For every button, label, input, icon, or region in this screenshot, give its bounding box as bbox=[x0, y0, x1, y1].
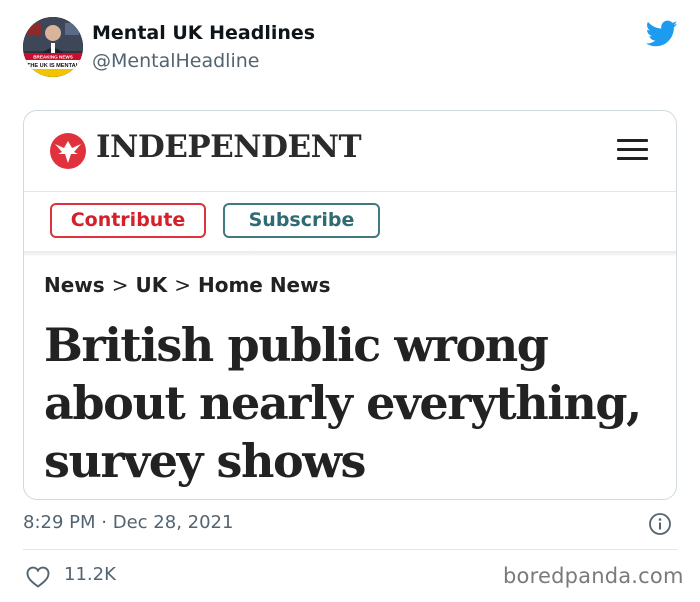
headline-line: British public wrong bbox=[44, 318, 549, 372]
masthead-divider bbox=[24, 191, 676, 192]
avatar[interactable]: BREAKING NEWS THE UK IS MENTAL bbox=[23, 17, 83, 77]
breadcrumb: News > UK > Home News bbox=[44, 273, 331, 297]
breadcrumb-separator: > bbox=[174, 273, 191, 297]
masthead: INDEPENDENT bbox=[24, 111, 676, 191]
tweet-date: Dec 28, 2021 bbox=[112, 512, 234, 533]
subscribe-button[interactable]: Subscribe bbox=[223, 203, 380, 238]
heart-icon[interactable] bbox=[26, 566, 50, 588]
breadcrumb-news[interactable]: News bbox=[44, 273, 105, 297]
timestamp-separator: · bbox=[101, 512, 107, 533]
breadcrumb-uk[interactable]: UK bbox=[135, 273, 167, 297]
twitter-bird-icon[interactable] bbox=[646, 20, 678, 48]
publication-name[interactable]: INDEPENDENT bbox=[96, 129, 362, 165]
tweet-timestamp[interactable]: 8:29 PM · Dec 28, 2021 bbox=[23, 512, 233, 533]
article-headline: British public wrong about nearly everyt… bbox=[44, 316, 664, 490]
nav-divider bbox=[24, 251, 676, 257]
account-handle[interactable]: @MentalHeadline bbox=[92, 50, 259, 72]
breadcrumb-separator: > bbox=[111, 273, 129, 297]
hamburger-menu-icon[interactable] bbox=[617, 139, 648, 161]
breaking-news-avatar: BREAKING NEWS THE UK IS MENTAL bbox=[23, 17, 83, 77]
tweet: BREAKING NEWS THE UK IS MENTAL Mental UK… bbox=[0, 0, 700, 602]
display-name[interactable]: Mental UK Headlines bbox=[92, 22, 315, 44]
article-card[interactable]: INDEPENDENT Contribute Subscribe News > UK… bbox=[23, 110, 677, 500]
eagle-logo-icon[interactable] bbox=[50, 133, 86, 169]
headline-line: about nearly everything, bbox=[44, 376, 642, 430]
breadcrumb-home-news[interactable]: Home News bbox=[198, 273, 331, 297]
like-count[interactable]: 11.2K bbox=[64, 564, 116, 585]
info-icon[interactable] bbox=[648, 512, 672, 536]
footer-divider bbox=[23, 549, 677, 550]
avatar-banner-main: THE UK IS MENTAL bbox=[27, 63, 80, 69]
contribute-button[interactable]: Contribute bbox=[50, 203, 206, 238]
tweet-time: 8:29 PM bbox=[23, 512, 96, 533]
avatar-banner-top: BREAKING NEWS bbox=[33, 55, 73, 60]
watermark: boredpanda.com bbox=[503, 564, 684, 588]
headline-line: survey shows bbox=[44, 434, 366, 488]
